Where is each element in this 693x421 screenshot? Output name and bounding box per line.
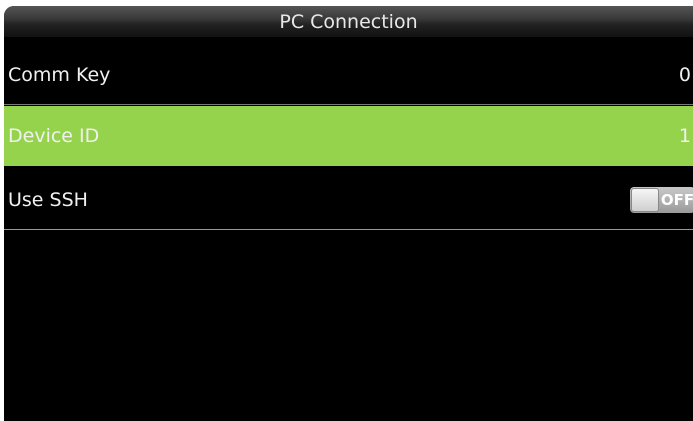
title-bar: PC Connection (4, 6, 693, 38)
device-screen: PC Connection Comm Key 0 Device ID 1 Use… (4, 6, 693, 421)
comm-key-row[interactable]: Comm Key 0 (4, 45, 693, 105)
toggle-knob[interactable] (631, 187, 659, 212)
use-ssh-label: Use SSH (8, 188, 88, 211)
device-id-row[interactable]: Device ID 1 (4, 106, 693, 166)
device-id-value: 1 (678, 124, 691, 147)
use-ssh-row[interactable]: Use SSH OFF (4, 170, 693, 230)
comm-key-value: 0 (678, 63, 691, 86)
page-title: PC Connection (279, 10, 418, 33)
comm-key-label: Comm Key (8, 63, 111, 86)
use-ssh-toggle[interactable]: OFF (630, 186, 693, 213)
toggle-state-label: OFF (660, 190, 693, 209)
device-id-label: Device ID (8, 124, 100, 147)
